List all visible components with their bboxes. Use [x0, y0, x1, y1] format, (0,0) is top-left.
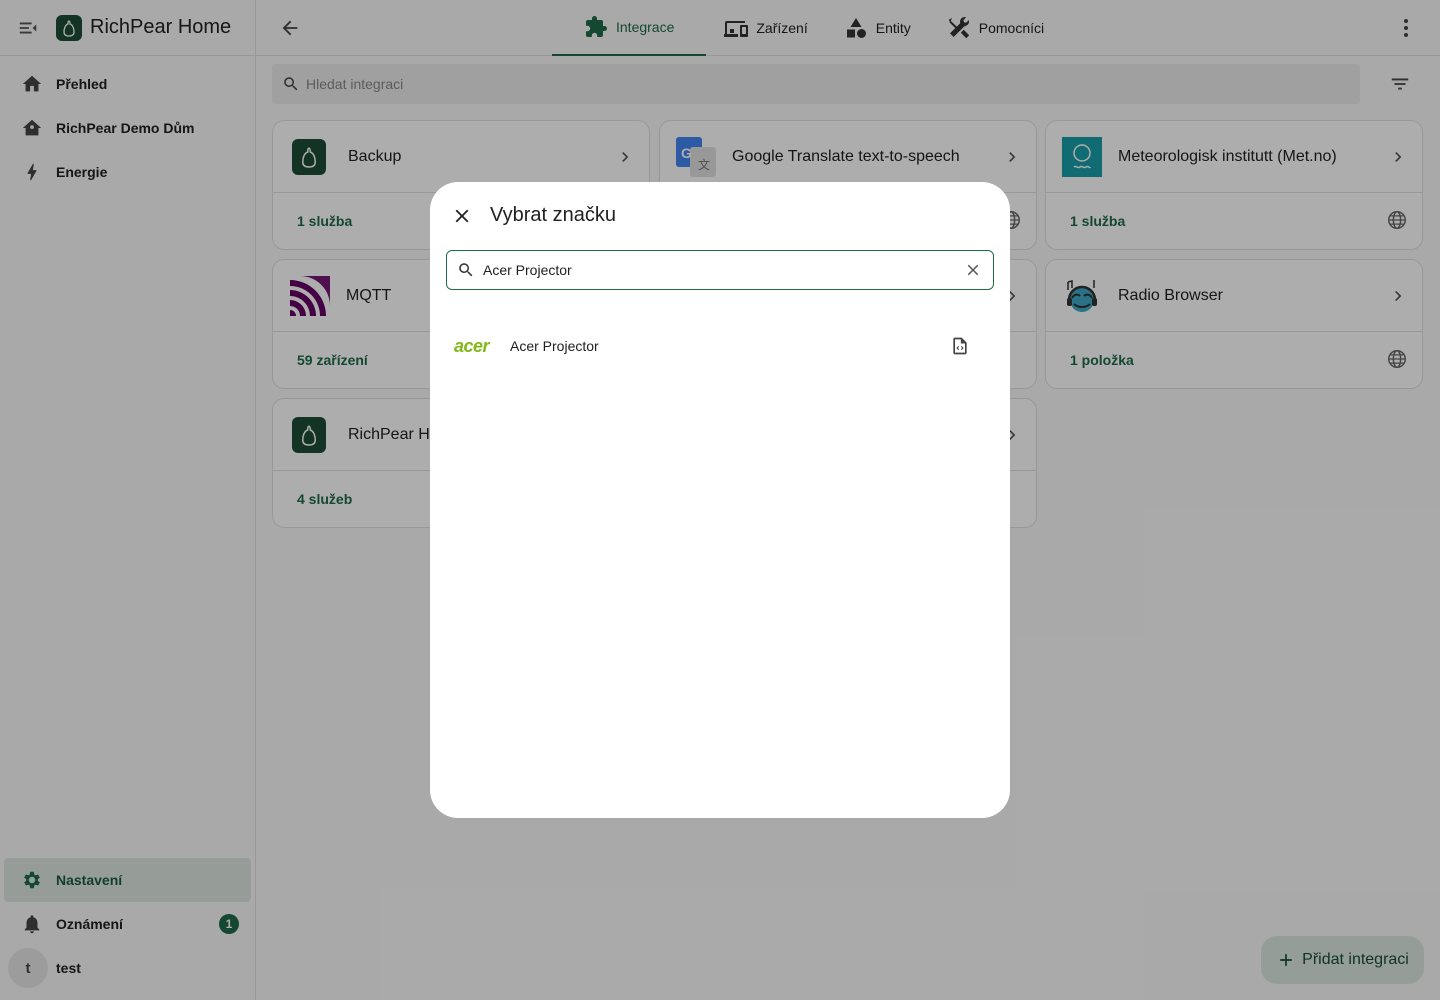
brand-result-name: Acer Projector: [510, 338, 599, 354]
close-icon: [455, 209, 469, 223]
brand-search-input[interactable]: [483, 262, 961, 278]
brand-picker-dialog: Vybrat značku acer Acer Projector: [430, 182, 1010, 818]
brand-search-field: [446, 250, 994, 290]
close-icon: [967, 264, 979, 276]
brand-result-item[interactable]: acer Acer Projector: [446, 322, 994, 370]
search-icon: [457, 261, 475, 279]
dialog-title: Vybrat značku: [490, 204, 616, 226]
clear-search-button[interactable]: [961, 258, 985, 282]
file-code-icon: [948, 334, 972, 358]
acer-logo: acer: [454, 335, 490, 356]
dialog-close-button[interactable]: [450, 204, 474, 228]
